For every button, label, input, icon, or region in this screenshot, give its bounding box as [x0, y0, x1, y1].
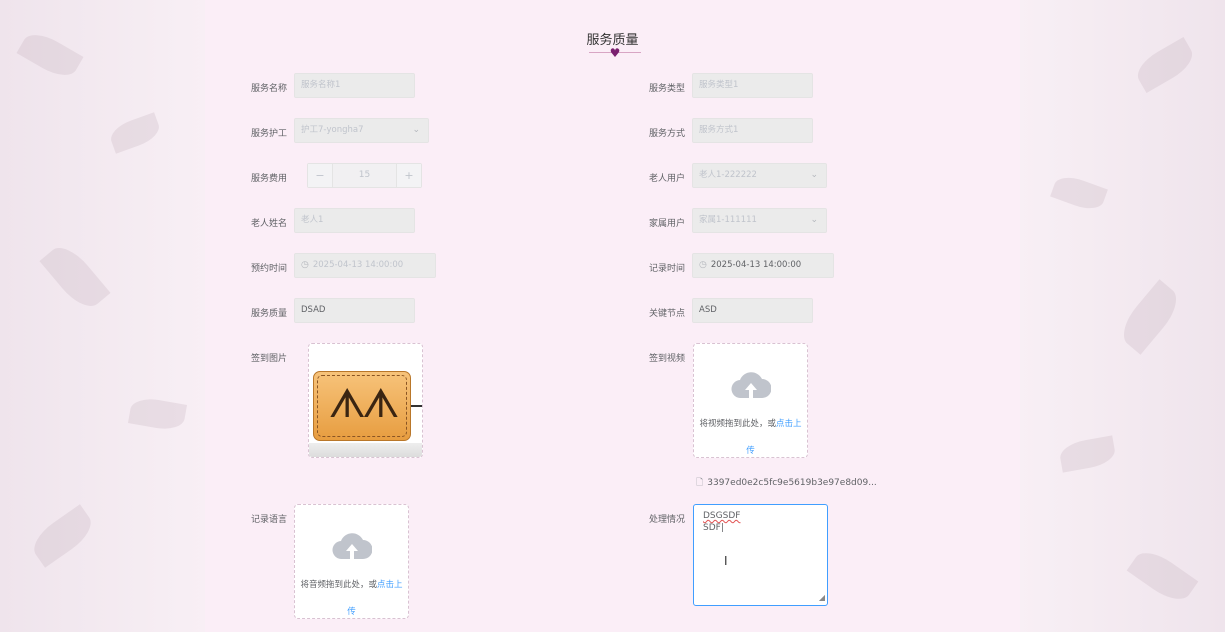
- decrement-button[interactable]: −: [308, 164, 333, 187]
- image-thumbnail: ᗑᗑ: [313, 371, 411, 441]
- leaf-decoration: [1126, 544, 1199, 608]
- elder-name-label: 老人姓名: [251, 219, 288, 229]
- service-quality-input[interactable]: DSAD: [294, 298, 415, 323]
- elder-user-select[interactable]: 老人1-222222 ⌄: [692, 163, 827, 188]
- clock-icon: ◷: [699, 260, 707, 270]
- family-user-select[interactable]: 家属1-111111 ⌄: [692, 208, 827, 233]
- text-cursor-icon: I: [724, 554, 728, 568]
- chevron-down-icon: ⌄: [810, 215, 818, 225]
- appointment-time-value: 2025-04-13 14:00:00: [312, 260, 404, 270]
- record-time-picker[interactable]: ◷ 2025-04-13 14:00:00: [692, 253, 834, 278]
- uploaded-video-file[interactable]: 🗋 3397ed0e2c5fc9e5619b3e97e8d09...: [696, 475, 877, 491]
- checkin-image-label: 签到图片: [251, 354, 288, 364]
- leaf-decoration: [39, 239, 111, 315]
- video-upload-prompt: 将视频拖到此处，或点击上: [694, 412, 807, 437]
- people-icon: ᗑᗑ: [328, 381, 399, 427]
- chevron-down-icon: ⌄: [412, 125, 420, 135]
- service-fee-value[interactable]: 15: [332, 164, 397, 187]
- leaf-decoration: [1114, 279, 1186, 355]
- family-user-value: 家属1-111111: [699, 215, 757, 225]
- cloud-upload-icon: [731, 372, 771, 399]
- image-toolbar: [309, 443, 422, 457]
- leaf-decoration: [127, 395, 188, 433]
- resize-grip-icon[interactable]: ◢: [819, 592, 825, 604]
- key-node-label: 关键节点: [649, 309, 686, 319]
- elder-name-input[interactable]: 老人1: [294, 208, 415, 233]
- leaf-decoration: [26, 504, 99, 568]
- service-method-input[interactable]: 服务方式1: [692, 118, 813, 143]
- service-fee-stepper[interactable]: − 15 +: [307, 163, 422, 188]
- audio-upload-prompt: 将音频拖到此处，或点击上: [295, 573, 408, 598]
- video-upload-text: 将视频拖到此处，或: [699, 419, 776, 429]
- key-node-input[interactable]: ASD: [692, 298, 813, 323]
- leaf-decoration: [107, 112, 163, 154]
- service-fee-label: 服务费用: [251, 174, 288, 184]
- clock-icon: ◷: [301, 260, 309, 270]
- service-type-input[interactable]: 服务类型1: [692, 73, 813, 98]
- caregiver-value: 护工7-yongha7: [301, 125, 364, 135]
- handling-line-2: SDF|: [703, 523, 724, 533]
- service-quality-label: 服务质量: [251, 309, 288, 319]
- record-time-label: 记录时间: [649, 264, 686, 274]
- handling-textarea[interactable]: DSGSDF SDF| I ◢: [693, 504, 828, 606]
- checkin-video-label: 签到视频: [649, 354, 686, 364]
- elder-user-label: 老人用户: [649, 174, 686, 184]
- chevron-down-icon: ⌄: [810, 170, 818, 180]
- floral-background-left: [0, 0, 230, 632]
- appointment-time-picker[interactable]: ◷ 2025-04-13 14:00:00: [294, 253, 436, 278]
- audio-upload-link[interactable]: 点击上: [377, 580, 403, 590]
- caregiver-label: 服务护工: [251, 129, 288, 139]
- document-icon: 🗋: [696, 478, 704, 488]
- increment-button[interactable]: +: [396, 164, 421, 187]
- family-user-label: 家属用户: [649, 219, 686, 229]
- service-type-label: 服务类型: [649, 84, 686, 94]
- image-line: [411, 405, 422, 407]
- caregiver-select[interactable]: 护工7-yongha7 ⌄: [294, 118, 429, 143]
- elder-user-value: 老人1-222222: [699, 170, 757, 180]
- audio-upload-dropzone[interactable]: 将音频拖到此处，或点击上 传: [294, 504, 409, 619]
- leaf-decoration: [1057, 435, 1118, 473]
- service-method-label: 服务方式: [649, 129, 686, 139]
- video-upload-dropzone[interactable]: 将视频拖到此处，或点击上 传: [693, 343, 808, 458]
- handling-label: 处理情况: [649, 515, 686, 525]
- video-upload-link[interactable]: 点击上: [776, 419, 802, 429]
- record-time-value: 2025-04-13 14:00:00: [710, 260, 802, 270]
- audio-upload-text: 将音频拖到此处，或: [300, 580, 377, 590]
- video-upload-link-cont[interactable]: 传: [694, 444, 807, 456]
- checkin-image-preview[interactable]: ᗑᗑ: [308, 343, 423, 458]
- appointment-time-label: 预约时间: [251, 264, 288, 274]
- handling-line-1: DSGSDF: [703, 511, 741, 521]
- service-name-label: 服务名称: [251, 84, 288, 94]
- cloud-upload-icon: [332, 533, 372, 560]
- audio-upload-link-cont[interactable]: 传: [295, 605, 408, 617]
- heart-icon: ♥: [609, 46, 621, 60]
- service-name-input[interactable]: 服务名称1: [294, 73, 415, 98]
- leaf-decoration: [1050, 171, 1108, 215]
- record-voice-label: 记录语言: [251, 515, 288, 525]
- file-name: 3397ed0e2c5fc9e5619b3e97e8d09...: [707, 478, 877, 488]
- floral-background-right: [995, 0, 1225, 632]
